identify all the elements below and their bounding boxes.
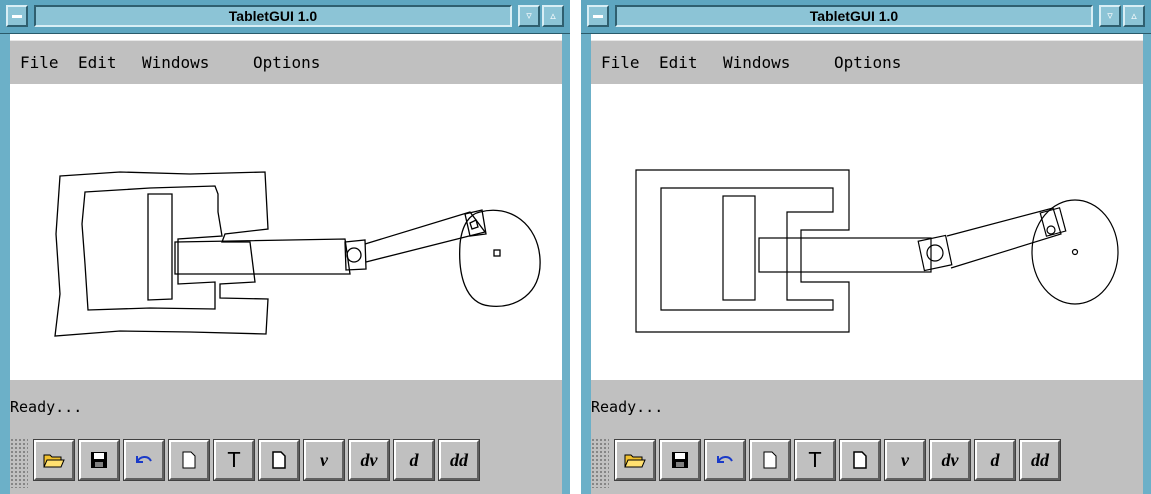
sketch-outer-frame	[54, 171, 269, 337]
drawing-canvas[interactable]	[591, 84, 1143, 380]
crank-pin	[1046, 225, 1056, 235]
toolbar-grip[interactable]	[10, 438, 28, 488]
maximize-icon: ▵	[1131, 9, 1137, 22]
v-button[interactable]: v	[303, 439, 345, 481]
menu-options[interactable]: Options	[253, 53, 320, 72]
minimize-button[interactable]: ▿	[1099, 5, 1121, 27]
window-menu-icon	[12, 15, 22, 18]
pin	[926, 244, 944, 262]
dd-button[interactable]: dd	[1019, 439, 1061, 481]
axle	[1071, 248, 1079, 256]
window-gap	[570, 0, 581, 494]
save-floppy-icon	[91, 452, 107, 468]
dd-button[interactable]: dd	[438, 439, 480, 481]
document-button[interactable]	[168, 439, 210, 481]
client-area: File Edit Windows Options Ready... T v d…	[10, 34, 562, 494]
new-page-button[interactable]	[839, 439, 881, 481]
window-left: TabletGUI 1.0 ▿ ▵ File Edit Windows Opti…	[0, 0, 570, 494]
menu-windows[interactable]: Windows	[723, 53, 790, 72]
window-title: TabletGUI 1.0	[34, 5, 512, 27]
sketch-crank-arm	[364, 211, 487, 263]
maximize-icon: ▵	[550, 9, 556, 22]
window-title: TabletGUI 1.0	[615, 5, 1093, 27]
outer-frame	[635, 169, 850, 333]
open-folder-icon	[624, 454, 646, 468]
save-floppy-icon	[672, 452, 688, 468]
v-button[interactable]: v	[884, 439, 926, 481]
dv-button[interactable]: dv	[348, 439, 390, 481]
maximize-button[interactable]: ▵	[542, 5, 564, 27]
undo-button[interactable]	[123, 439, 165, 481]
menu-edit[interactable]: Edit	[659, 53, 698, 72]
status-text: Ready...	[10, 398, 83, 416]
maximize-button[interactable]: ▵	[1123, 5, 1145, 27]
sketch-wheel	[459, 209, 541, 308]
crank-box	[1039, 207, 1067, 237]
open-folder-icon	[43, 454, 65, 468]
minimize-button[interactable]: ▿	[518, 5, 540, 27]
undo-arrow-icon	[136, 456, 152, 463]
window-menu-button[interactable]	[6, 5, 28, 27]
new-page-icon	[853, 451, 867, 469]
status-bar: Ready...	[591, 380, 1143, 432]
document-button[interactable]	[749, 439, 791, 481]
title-bar[interactable]: TabletGUI 1.0 ▿ ▵	[0, 0, 570, 34]
menu-file[interactable]: File	[601, 53, 640, 72]
client-area: File Edit Windows Options Ready... T v d…	[591, 34, 1143, 494]
window-menu-icon	[593, 15, 603, 18]
dv-button[interactable]: dv	[929, 439, 971, 481]
wheel	[1031, 199, 1119, 305]
open-button[interactable]	[33, 439, 75, 481]
menu-edit[interactable]: Edit	[78, 53, 117, 72]
document-icon	[182, 451, 196, 469]
pin-box	[917, 234, 953, 272]
undo-button[interactable]	[704, 439, 746, 481]
minimize-icon: ▿	[1107, 9, 1113, 22]
status-text: Ready...	[591, 398, 664, 416]
d-button[interactable]: d	[393, 439, 435, 481]
text-tool-icon: T	[227, 448, 241, 472]
piston	[722, 195, 756, 301]
window-menu-button[interactable]	[587, 5, 609, 27]
menu-bar: File Edit Windows Options	[591, 40, 1143, 84]
menu-file[interactable]: File	[20, 53, 59, 72]
sketch-crank-small	[469, 219, 479, 230]
open-button[interactable]	[614, 439, 656, 481]
toolbar: T v dv d dd	[591, 432, 1143, 494]
text-tool-icon: T	[808, 448, 822, 472]
text-tool-button[interactable]: T	[213, 439, 255, 481]
save-button[interactable]	[659, 439, 701, 481]
document-icon	[763, 451, 777, 469]
sketch-axle	[493, 249, 501, 257]
title-bar[interactable]: TabletGUI 1.0 ▿ ▵	[581, 0, 1151, 34]
status-bar: Ready...	[10, 380, 562, 432]
sketch-inner-frame	[81, 185, 223, 311]
menu-windows[interactable]: Windows	[142, 53, 209, 72]
sketch-rod	[174, 238, 351, 275]
save-button[interactable]	[78, 439, 120, 481]
window-right: TabletGUI 1.0 ▿ ▵ File Edit Windows Opti…	[581, 0, 1151, 494]
minimize-icon: ▿	[526, 9, 532, 22]
sketch-piston	[147, 193, 173, 301]
inner-frame	[660, 187, 834, 311]
text-tool-button[interactable]: T	[794, 439, 836, 481]
new-page-icon	[272, 451, 286, 469]
connecting-rod	[758, 237, 932, 273]
undo-arrow-icon	[717, 456, 733, 463]
toolbar-grip[interactable]	[591, 438, 609, 488]
d-button[interactable]: d	[974, 439, 1016, 481]
menu-options[interactable]: Options	[834, 53, 901, 72]
menu-bar: File Edit Windows Options	[10, 40, 562, 84]
toolbar: T v dv d dd	[10, 432, 562, 494]
new-page-button[interactable]	[258, 439, 300, 481]
sketch-pin	[346, 247, 362, 263]
drawing-canvas[interactable]	[10, 84, 562, 380]
